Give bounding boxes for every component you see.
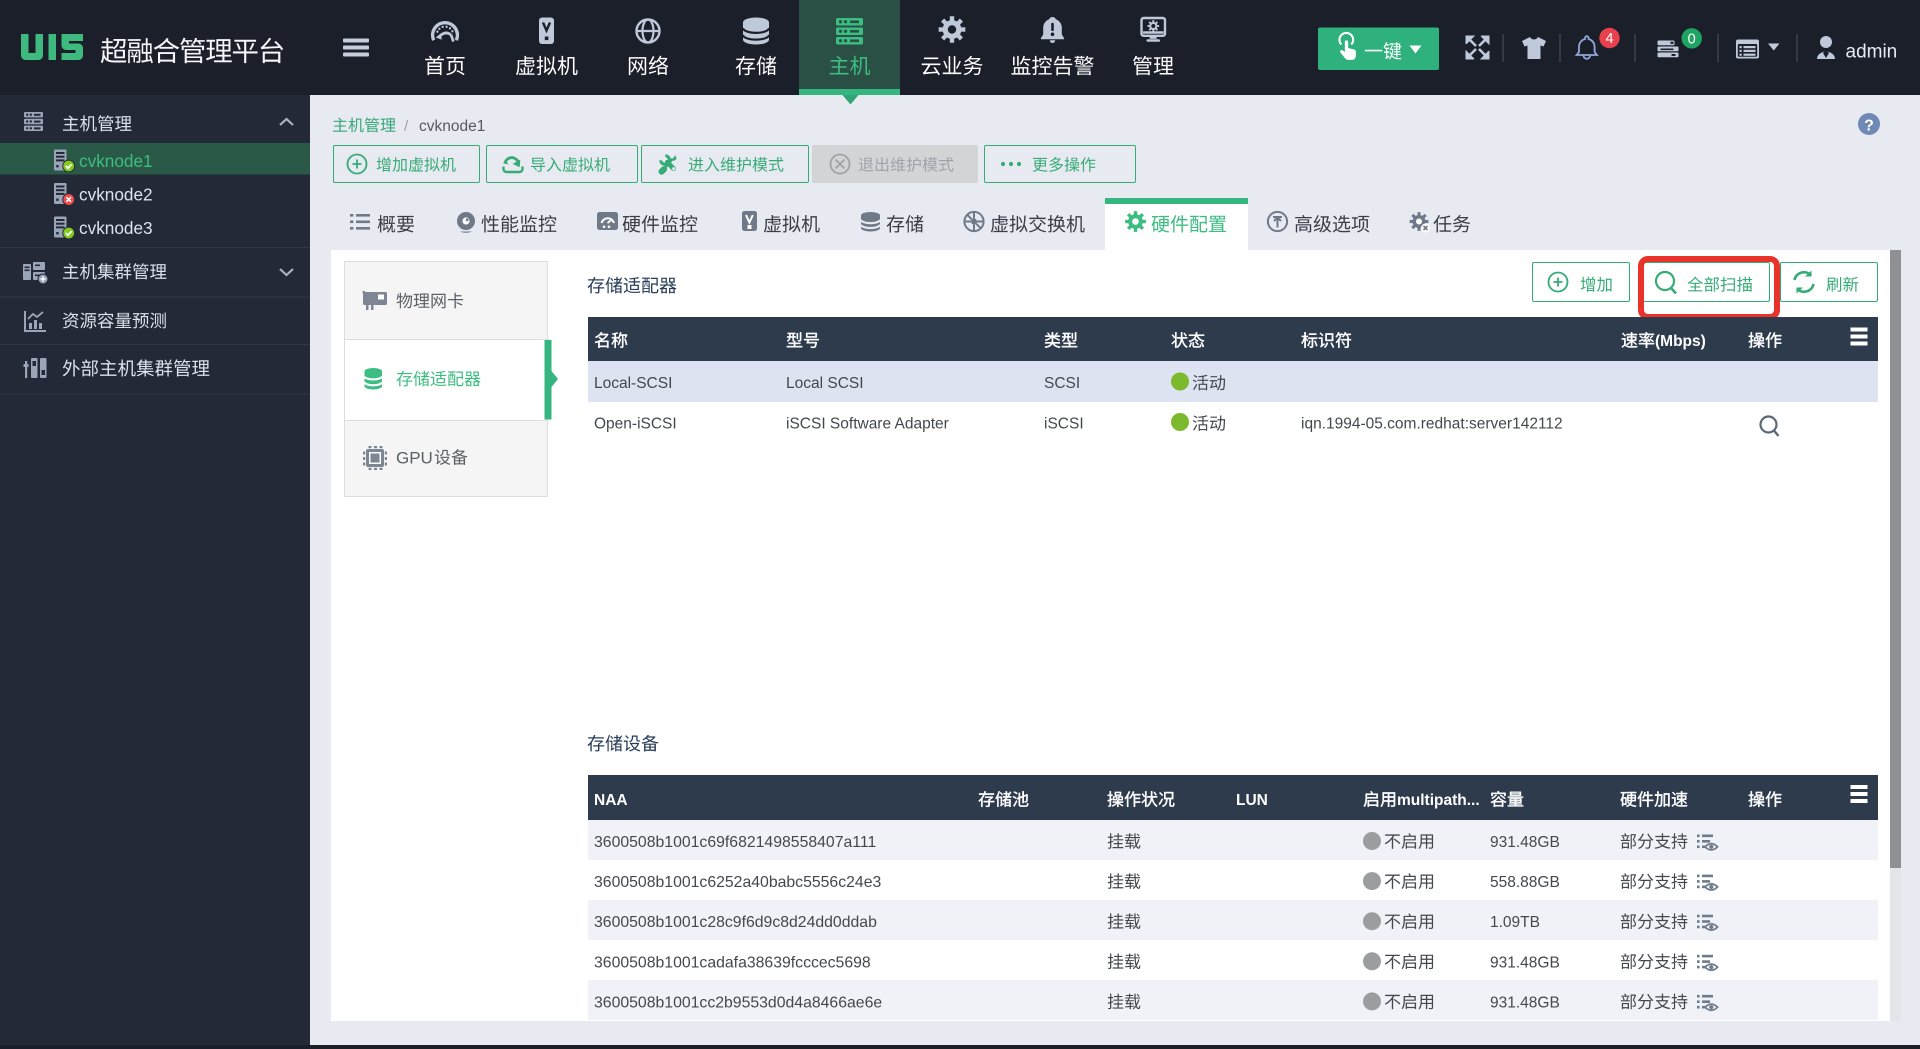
svg-text:3600508b1001c6252a40babc5556c2: 3600508b1001c6252a40babc5556c24e3 <box>594 874 881 891</box>
svg-text:NAA: NAA <box>594 792 628 809</box>
svg-text:931.48GB: 931.48GB <box>1490 834 1560 851</box>
svg-text:SCSI: SCSI <box>1044 375 1080 392</box>
svg-text:3600508b1001cadafa38639fcccec5: 3600508b1001cadafa38639fcccec5698 <box>594 954 871 971</box>
svg-text:(Mbps): (Mbps) <box>1655 333 1706 350</box>
svg-text:3600508b1001cc2b9553d0d4a8466a: 3600508b1001cc2b9553d0d4a8466ae6e <box>594 994 882 1011</box>
svg-text:Open-iSCSI: Open-iSCSI <box>594 416 677 433</box>
svg-text:?: ? <box>1864 118 1874 135</box>
svg-text:iSCSI: iSCSI <box>1044 416 1084 433</box>
svg-text:cvknode2: cvknode2 <box>79 185 153 205</box>
svg-text:558.88GB: 558.88GB <box>1490 874 1560 891</box>
svg-text:3600508b1001c69f6821498558407a: 3600508b1001c69f6821498558407a111 <box>594 834 877 851</box>
svg-text:0: 0 <box>1688 31 1696 47</box>
svg-text:Local-SCSI: Local-SCSI <box>594 375 672 392</box>
svg-text:1.09TB: 1.09TB <box>1490 914 1540 931</box>
svg-text:Local SCSI: Local SCSI <box>786 375 864 392</box>
svg-text:cvknode1: cvknode1 <box>79 151 153 171</box>
svg-text:931.48GB: 931.48GB <box>1490 994 1560 1011</box>
svg-text:LUN: LUN <box>1236 792 1268 809</box>
svg-text:multipath...: multipath... <box>1397 792 1480 809</box>
svg-text:iqn.1994-05.com.redhat:server1: iqn.1994-05.com.redhat:server142112 <box>1301 416 1563 433</box>
svg-text:931.48GB: 931.48GB <box>1490 954 1560 971</box>
svg-text:cvknode3: cvknode3 <box>79 218 153 238</box>
svg-text:GPU: GPU <box>396 449 433 468</box>
svg-text:4: 4 <box>1605 31 1613 47</box>
svg-text:/: / <box>404 118 409 135</box>
svg-text:admin: admin <box>1846 42 1898 63</box>
svg-text:iSCSI Software Adapter: iSCSI Software Adapter <box>786 416 949 433</box>
svg-text:3600508b1001c28c9f6d9c8d24dd0d: 3600508b1001c28c9f6d9c8d24dd0ddab <box>594 914 877 931</box>
svg-text:cvknode1: cvknode1 <box>419 118 485 135</box>
